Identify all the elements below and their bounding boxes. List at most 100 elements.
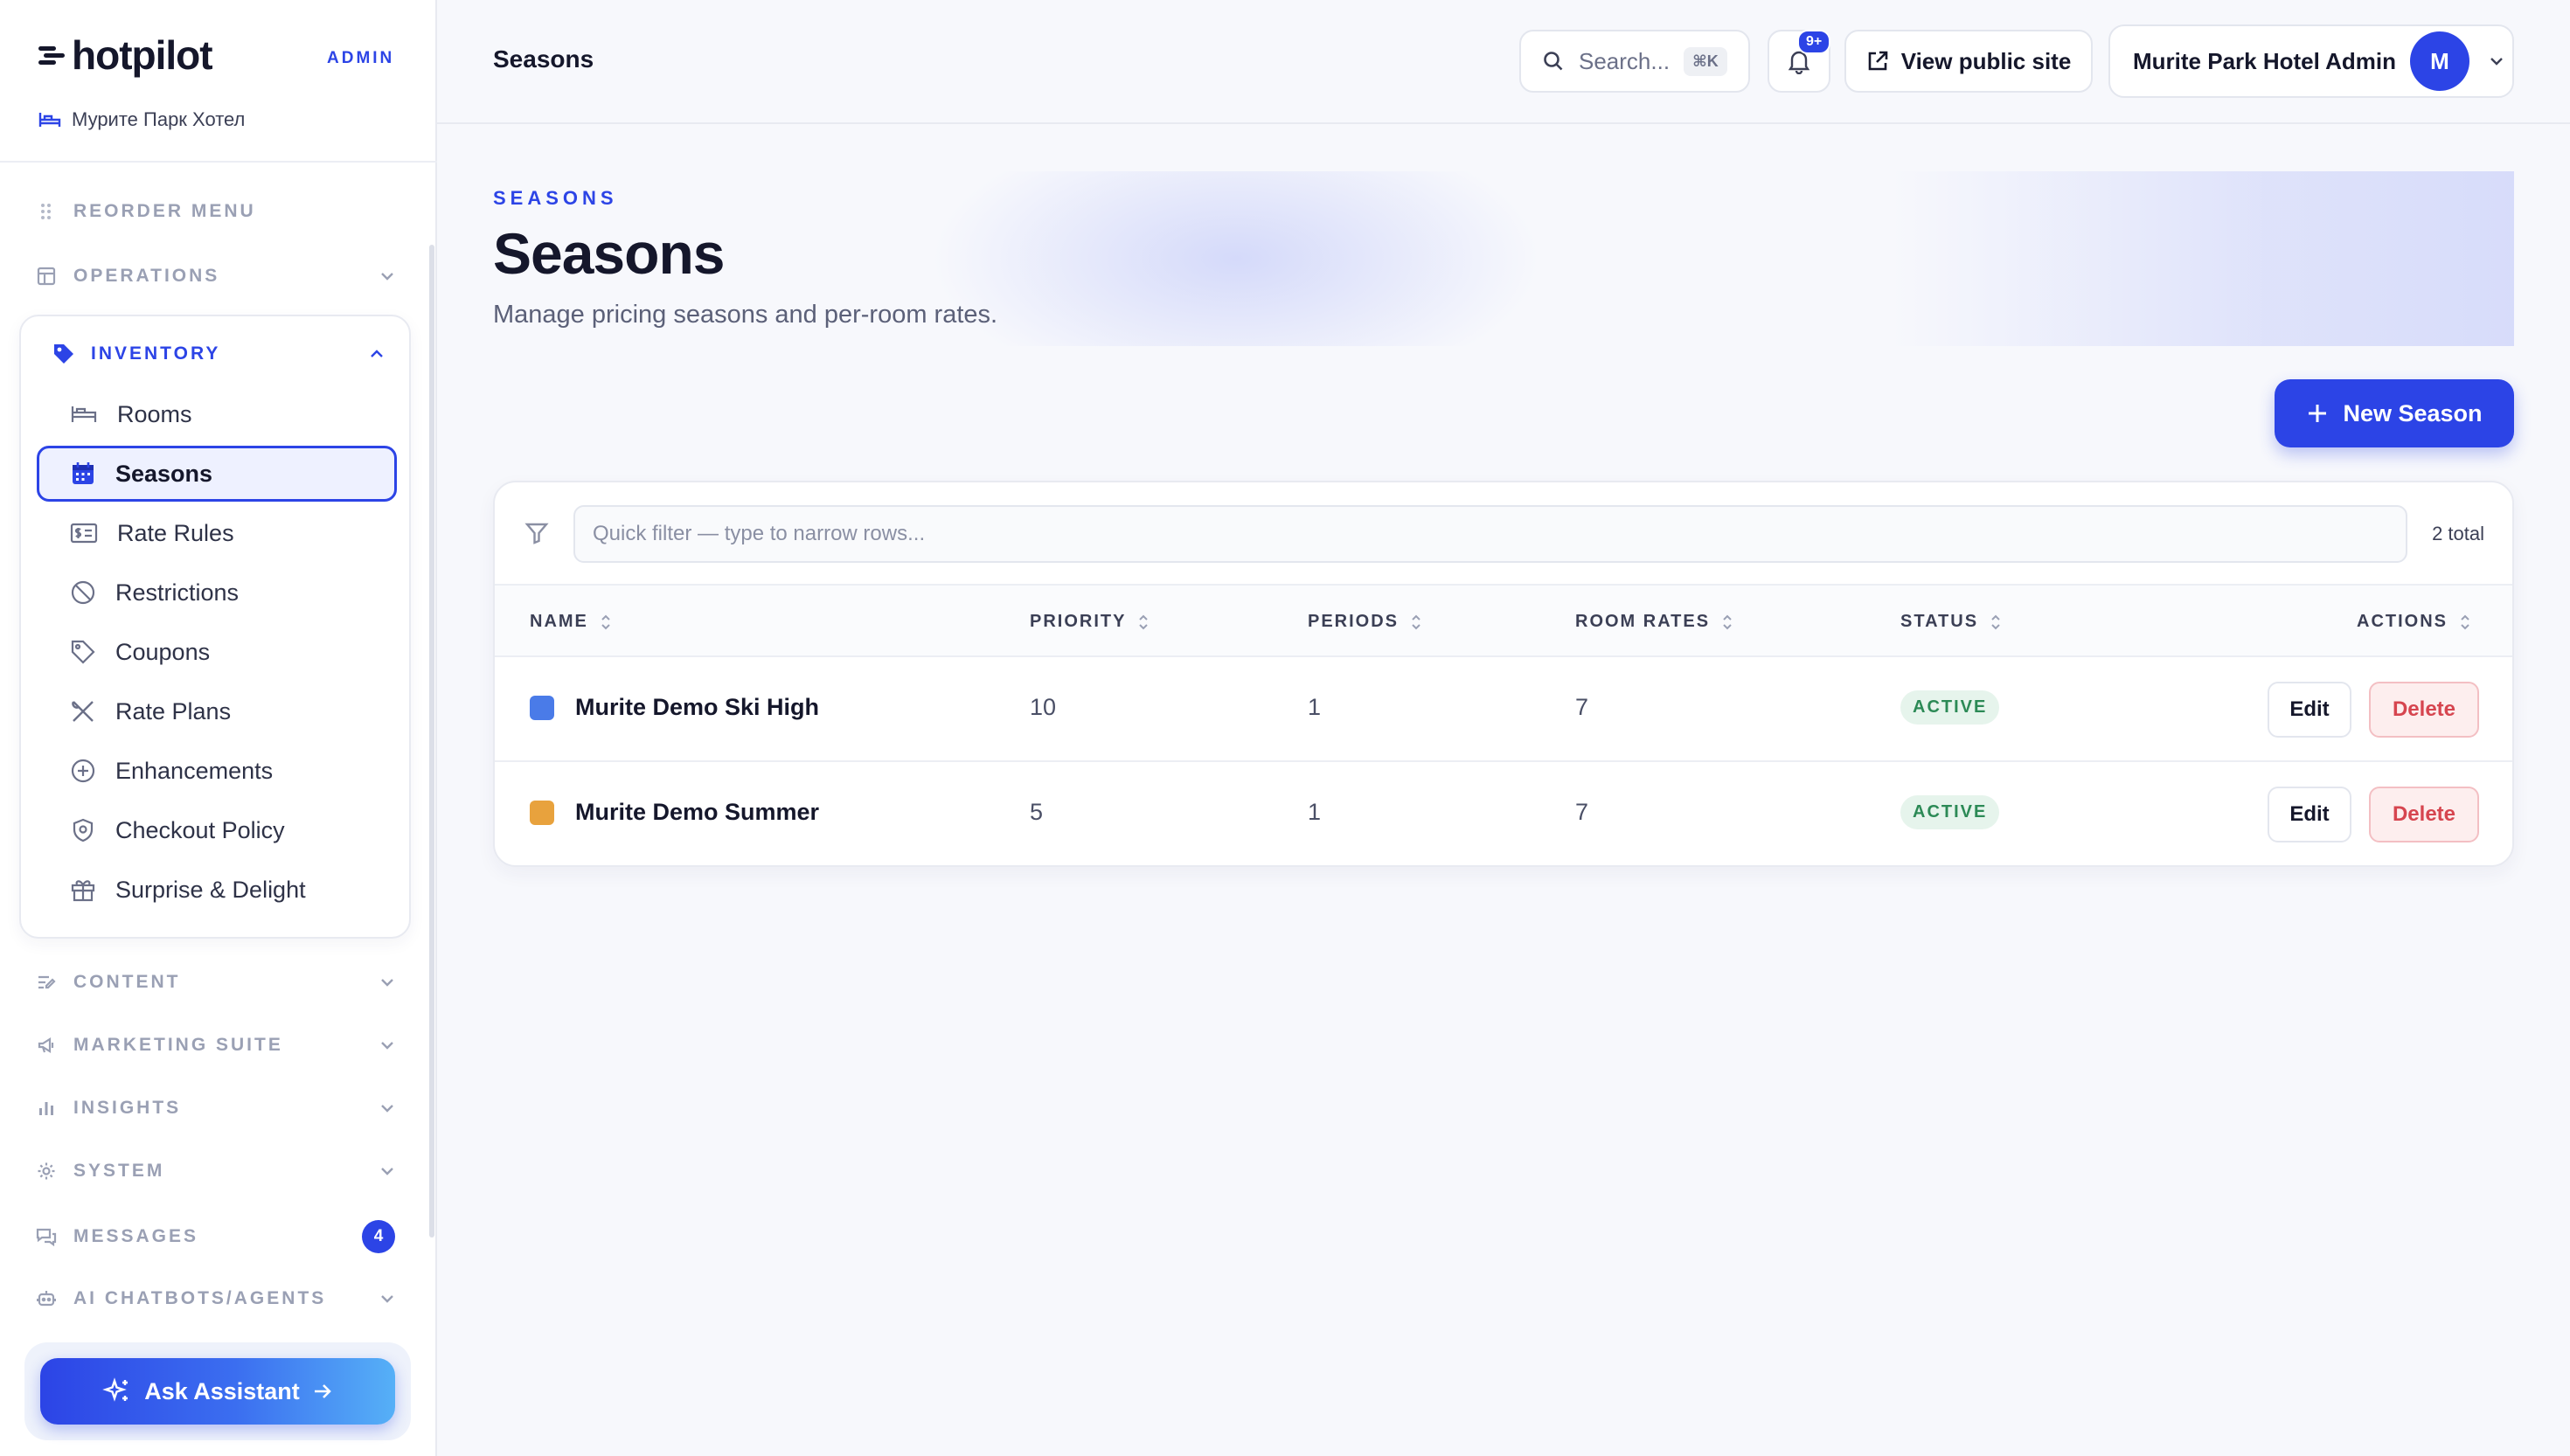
column-header-room-rates[interactable]: ROOM RATES: [1575, 612, 1733, 632]
filter-icon: [524, 523, 549, 544]
chevron-down-icon: [381, 1295, 393, 1303]
column-header-periods[interactable]: PERIODS: [1308, 612, 1421, 632]
sidebar-item-rate-rules[interactable]: Rate Rules: [37, 505, 397, 561]
external-link-icon: [1868, 51, 1888, 71]
delete-button[interactable]: Delete: [2369, 787, 2479, 842]
reorder-menu-button[interactable]: REORDER MENU: [35, 201, 395, 222]
ask-assistant-button[interactable]: Ask Assistant: [40, 1358, 395, 1425]
column-label: NAME: [530, 612, 588, 631]
sidebar-section-ai-chatbots[interactable]: AI CHATBOTS/AGENTS: [35, 1288, 395, 1309]
status-badge: ACTIVE: [1900, 795, 2000, 829]
sidebar-section-insights[interactable]: INSIGHTS: [35, 1098, 395, 1119]
season-room-rates: 7: [1575, 694, 1589, 720]
ask-assistant-label: Ask Assistant: [144, 1377, 300, 1404]
table-row[interactable]: Murite Demo Summer 5 1 7 ACTIVE Edit Del…: [495, 762, 2512, 865]
sidebar: hotpilot ADMIN Мурите Парк Хотел REORDER…: [0, 0, 437, 1456]
season-room-rates: 7: [1575, 799, 1589, 825]
table-row[interactable]: Murite Demo Ski High 10 1 7 ACTIVE Edit …: [495, 657, 2512, 762]
account-menu[interactable]: Murite Park Hotel Admin M: [2108, 24, 2514, 98]
calendar-icon: [73, 462, 94, 484]
quick-filter-input[interactable]: [573, 505, 2407, 563]
column-label: PERIODS: [1308, 612, 1400, 631]
brand-logo[interactable]: hotpilot: [38, 31, 213, 79]
bar-chart-icon: [35, 1099, 58, 1117]
column-label: PRIORITY: [1030, 612, 1127, 631]
sidebar-item-surprise-delight[interactable]: Surprise & Delight: [37, 862, 397, 918]
section-label: MARKETING SUITE: [73, 1035, 283, 1055]
total-count: 2 total: [2432, 523, 2484, 544]
inventory-group: INVENTORY Rooms Seasons Rate Rules Restr…: [19, 315, 411, 939]
sidebar-section-system[interactable]: SYSTEM: [35, 1161, 395, 1182]
notifications-button[interactable]: 9+: [1768, 30, 1831, 93]
chevron-down-icon: [381, 979, 393, 987]
sidebar-item-rate-plans[interactable]: Rate Plans: [37, 683, 397, 739]
column-header-actions[interactable]: ACTIONS: [2357, 612, 2470, 632]
chevron-down-icon: [381, 1168, 393, 1175]
sidebar-item-label: Rate Rules: [117, 519, 234, 546]
season-name[interactable]: Murite Demo Ski High: [575, 694, 819, 721]
edit-button[interactable]: Edit: [2268, 682, 2351, 738]
reorder-menu-label: REORDER MENU: [73, 201, 256, 221]
season-periods: 1: [1308, 694, 1322, 720]
sidebar-scrollbar[interactable]: [429, 245, 434, 1238]
avatar: M: [2409, 31, 2469, 91]
view-public-site-label: View public site: [1900, 47, 2072, 74]
bot-icon: [35, 1289, 58, 1308]
page-header: SEASONS Seasons Manage pricing seasons a…: [493, 171, 2514, 346]
sidebar-item-coupons[interactable]: Coupons: [37, 624, 397, 680]
column-header-name[interactable]: NAME: [530, 612, 611, 632]
sidebar-item-seasons[interactable]: Seasons: [37, 446, 397, 502]
shield-icon: [73, 818, 94, 842]
plus-circle-icon: [71, 759, 95, 783]
season-priority: 10: [1030, 694, 1057, 720]
gift-icon: [71, 880, 95, 902]
sidebar-item-rooms[interactable]: Rooms: [37, 386, 397, 442]
megaphone-icon: [35, 1037, 58, 1054]
sidebar-item-label: Rate Plans: [115, 697, 232, 725]
plus-icon: [2309, 405, 2327, 422]
global-search[interactable]: Search... ⌘K: [1519, 30, 1750, 93]
ban-icon: [71, 580, 95, 605]
edit-button[interactable]: Edit: [2268, 787, 2351, 842]
admin-tag: ADMIN: [327, 49, 395, 67]
sort-icon: [1412, 614, 1420, 629]
sidebar-item-restrictions[interactable]: Restrictions: [37, 565, 397, 621]
arrow-right-icon: [314, 1384, 331, 1398]
assistant-container: Ask Assistant: [24, 1342, 411, 1440]
section-label: INSIGHTS: [73, 1098, 182, 1118]
column-header-status[interactable]: STATUS: [1900, 612, 2001, 632]
sidebar-section-operations[interactable]: OPERATIONS: [35, 266, 395, 287]
sidebar-item-label: Coupons: [115, 638, 211, 665]
top-bar: Seasons Search... ⌘K 9+ View public site…: [437, 0, 2570, 124]
sidebar-section-inventory[interactable]: INVENTORY: [52, 343, 385, 365]
search-icon: [1544, 52, 1563, 71]
chevron-up-icon: [371, 350, 383, 357]
new-season-button[interactable]: New Season: [2275, 379, 2514, 447]
bed-icon: [38, 113, 61, 127]
edit-lines-icon: [35, 974, 58, 991]
decorative-glow: [930, 171, 1542, 346]
sort-icon: [601, 614, 610, 629]
sidebar-item-checkout-policy[interactable]: Checkout Policy: [37, 802, 397, 858]
chevron-down-icon: [381, 1105, 393, 1113]
delete-button[interactable]: Delete: [2369, 682, 2479, 738]
sidebar-section-messages[interactable]: MESSAGES 4: [35, 1220, 395, 1253]
column-header-priority[interactable]: PRIORITY: [1030, 612, 1149, 632]
sidebar-item-label: Seasons: [115, 460, 213, 487]
sidebar-item-label: Surprise & Delight: [115, 876, 306, 903]
section-label: AI CHATBOTS/AGENTS: [73, 1288, 327, 1308]
table-header: NAME PRIORITY PERIODS ROOM RATES STATUS …: [495, 586, 2512, 657]
new-season-label: New Season: [2343, 399, 2483, 426]
sparkle-icon: [102, 1377, 128, 1402]
notifications-badge: 9+: [1797, 30, 1831, 54]
sidebar-section-content[interactable]: CONTENT: [35, 972, 395, 993]
sidebar-item-enhancements[interactable]: Enhancements: [37, 743, 397, 799]
sidebar-item-label: Checkout Policy: [115, 816, 285, 843]
section-label: OPERATIONS: [73, 266, 220, 286]
season-priority: 5: [1030, 799, 1044, 825]
sidebar-section-marketing[interactable]: MARKETING SUITE: [35, 1035, 395, 1056]
hotel-selector[interactable]: Мурите Парк Хотел: [38, 108, 245, 131]
view-public-site-button[interactable]: View public site: [1844, 30, 2093, 93]
season-name[interactable]: Murite Demo Summer: [575, 799, 819, 826]
brand-name: hotpilot: [72, 32, 213, 78]
